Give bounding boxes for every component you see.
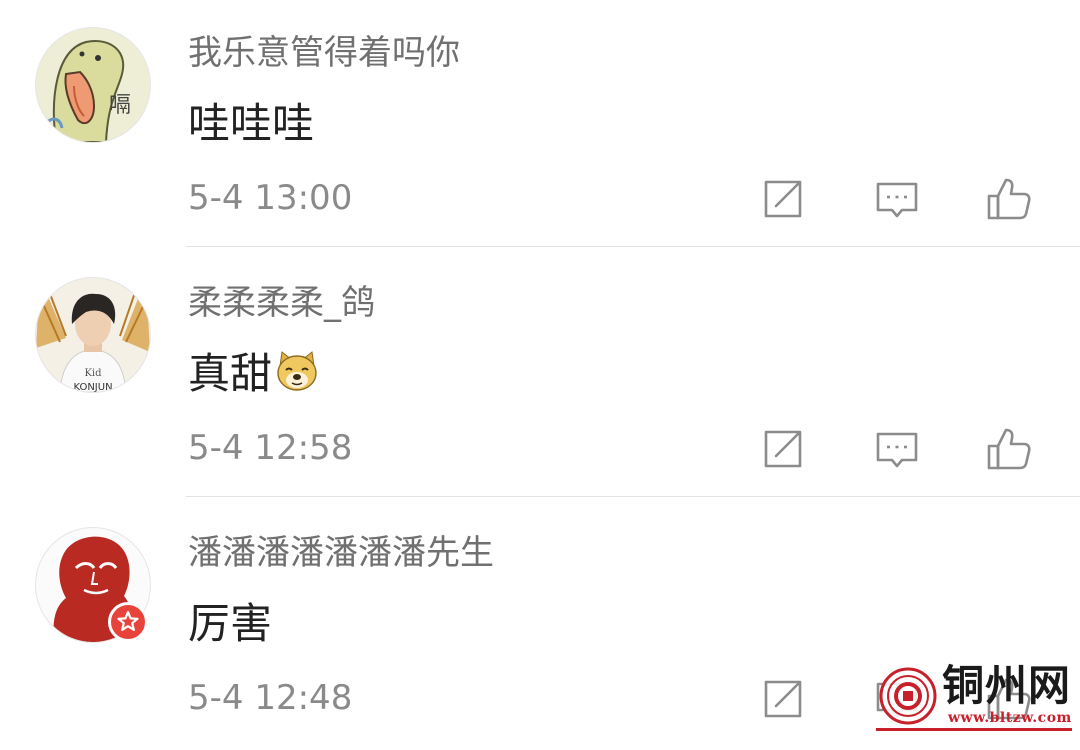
cartoon-bird-avatar-image: 嗝 xyxy=(36,28,150,142)
repost-icon[interactable] xyxy=(758,174,808,224)
comment-time: 5-4 13:00 xyxy=(188,178,353,218)
comment-icon[interactable] xyxy=(872,174,922,224)
comment-text-content: 真甜 xyxy=(188,349,273,398)
comment-item: Kid KONJUN 柔柔柔柔_鸽 真甜 5-4 12:58 xyxy=(0,250,1080,500)
svg-text:KONJUN: KONJUN xyxy=(73,382,112,392)
watermark: 铜州网 www.bltzw.com xyxy=(876,661,1076,732)
watermark-url: www.bltzw.com xyxy=(948,710,1072,726)
comment-text: 厉害 xyxy=(188,599,273,648)
watermark-title: 铜州网 xyxy=(942,661,1072,710)
divider xyxy=(186,246,1080,247)
comment-icon[interactable] xyxy=(872,424,922,474)
like-icon[interactable] xyxy=(984,424,1034,474)
young-man-photo-avatar-image: Kid KONJUN xyxy=(36,278,150,392)
avatar[interactable]: 嗝 xyxy=(36,28,150,142)
repost-icon[interactable] xyxy=(758,674,808,724)
avatar-caption: 嗝 xyxy=(109,93,131,118)
verified-badge-icon xyxy=(108,602,148,642)
comment-time: 5-4 12:58 xyxy=(188,428,353,468)
username[interactable]: 潘潘潘潘潘潘潘先生 xyxy=(188,528,494,578)
svg-text:Kid: Kid xyxy=(84,368,102,379)
comment-item: 嗝 我乐意管得着吗你 哇哇哇 5-4 13:00 xyxy=(0,0,1080,250)
comment-time: 5-4 12:48 xyxy=(188,678,353,718)
avatar[interactable]: Kid KONJUN xyxy=(36,278,150,392)
watermark-seal-icon xyxy=(878,666,938,726)
divider xyxy=(186,496,1080,497)
username[interactable]: 我乐意管得着吗你 xyxy=(188,28,460,78)
username[interactable]: 柔柔柔柔_鸽 xyxy=(188,278,375,328)
repost-icon[interactable] xyxy=(758,424,808,474)
doge-emoji-icon xyxy=(274,348,320,408)
comment-text: 哇哇哇 xyxy=(188,99,315,148)
like-icon[interactable] xyxy=(984,174,1034,224)
comment-text: 真甜 xyxy=(188,346,320,408)
watermark-underline xyxy=(876,728,1072,731)
